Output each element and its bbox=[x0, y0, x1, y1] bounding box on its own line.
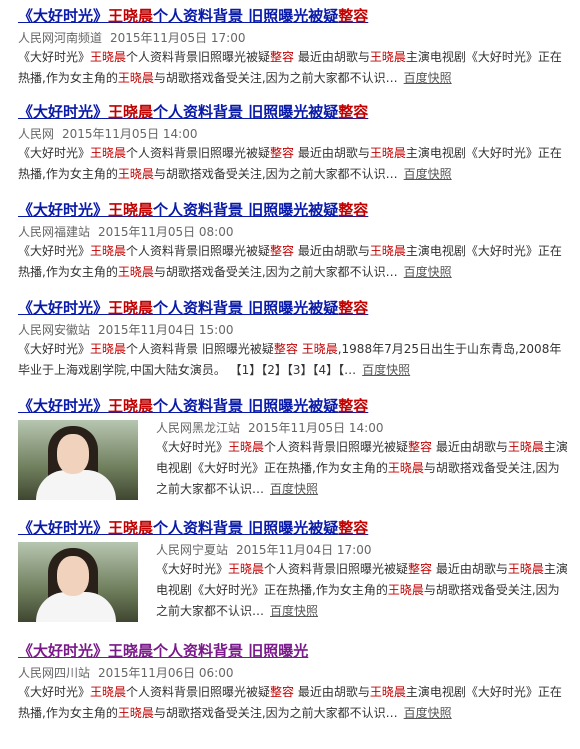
result-thumbnail[interactable] bbox=[18, 420, 138, 500]
search-result: 《大好时光》王晓晨个人资料背景 旧照曝光被疑整容 人民网黑龙江站 2015年11月… bbox=[18, 396, 568, 500]
search-result: 《大好时光》王晓晨个人资料背景 旧照曝光被疑整容 人民网福建站 2015年11月0… bbox=[18, 200, 568, 283]
result-source: 人民网福建站 bbox=[18, 225, 91, 239]
result-date: 2015年11月05日 14:00 bbox=[62, 127, 198, 141]
result-title-link[interactable]: 《大好时光》王晓晨个人资料背景 旧照曝光被疑整容 bbox=[18, 102, 568, 122]
cache-link[interactable]: 百度快照 bbox=[404, 706, 452, 720]
result-snippet: 《大好时光》王晓晨个人资料背景旧照曝光被疑整容 最近由胡歌与王晓晨主演电视剧《大… bbox=[18, 244, 562, 279]
result-title-link[interactable]: 《大好时光》王晓晨个人资料背景 旧照曝光被疑整容 bbox=[18, 396, 568, 416]
result-snippet: 《大好时光》王晓晨个人资料背景旧照曝光被疑整容 最近由胡歌与王晓晨主演电视剧《大… bbox=[18, 50, 562, 85]
result-source: 人民网 bbox=[18, 127, 55, 141]
result-date: 2015年11月04日 17:00 bbox=[236, 543, 372, 557]
result-source: 人民网安徽站 bbox=[18, 323, 91, 337]
result-snippet: 《大好时光》王晓晨个人资料背景旧照曝光被疑整容 最近由胡歌与王晓晨主演电视剧《大… bbox=[18, 146, 562, 181]
result-source: 人民网四川站 bbox=[18, 666, 91, 680]
result-meta: 人民网黑龙江站 2015年11月05日 14:00 bbox=[156, 419, 568, 437]
result-thumbnail[interactable] bbox=[18, 542, 138, 622]
result-title-link[interactable]: 《大好时光》王晓晨个人资料背景 旧照曝光 bbox=[18, 641, 568, 661]
cache-link[interactable]: 百度快照 bbox=[404, 265, 452, 279]
result-title-link[interactable]: 《大好时光》王晓晨个人资料背景 旧照曝光被疑整容 bbox=[18, 6, 568, 26]
result-snippet: 《大好时光》王晓晨个人资料背景旧照曝光被疑整容 最近由胡歌与王晓晨主演电视剧《大… bbox=[156, 562, 568, 618]
cache-link[interactable]: 百度快照 bbox=[404, 71, 452, 85]
result-meta: 人民网 2015年11月05日 14:00 bbox=[18, 125, 568, 143]
result-source: 人民网河南频道 bbox=[18, 31, 103, 45]
result-title-link[interactable]: 《大好时光》王晓晨个人资料背景 旧照曝光被疑整容 bbox=[18, 518, 568, 538]
result-meta: 人民网宁夏站 2015年11月04日 17:00 bbox=[156, 541, 568, 559]
result-date: 2015年11月06日 06:00 bbox=[98, 666, 234, 680]
result-title-link[interactable]: 《大好时光》王晓晨个人资料背景 旧照曝光被疑整容 bbox=[18, 298, 568, 318]
cache-link[interactable]: 百度快照 bbox=[270, 604, 318, 618]
search-result: 《大好时光》王晓晨个人资料背景 旧照曝光 人民网四川站 2015年11月06日 0… bbox=[18, 641, 568, 724]
result-meta: 人民网四川站 2015年11月06日 06:00 bbox=[18, 664, 568, 682]
result-meta: 人民网河南频道 2015年11月05日 17:00 bbox=[18, 29, 568, 47]
result-source: 人民网宁夏站 bbox=[156, 543, 229, 557]
result-meta: 人民网福建站 2015年11月05日 08:00 bbox=[18, 223, 568, 241]
result-snippet: 《大好时光》王晓晨个人资料背景 旧照曝光被疑整容 王晓晨,1988年7月25日出… bbox=[18, 342, 562, 377]
search-result: 《大好时光》王晓晨个人资料背景 旧照曝光被疑整容 人民网河南频道 2015年11月… bbox=[18, 6, 568, 89]
search-result: 《大好时光》王晓晨个人资料背景 旧照曝光被疑整容 人民网安徽站 2015年11月0… bbox=[18, 298, 568, 381]
result-snippet: 《大好时光》王晓晨个人资料背景旧照曝光被疑整容 最近由胡歌与王晓晨主演电视剧《大… bbox=[156, 440, 568, 496]
result-meta: 人民网安徽站 2015年11月04日 15:00 bbox=[18, 321, 568, 339]
cache-link[interactable]: 百度快照 bbox=[404, 167, 452, 181]
result-snippet: 《大好时光》王晓晨个人资料背景旧照曝光被疑整容 最近由胡歌与王晓晨主演电视剧《大… bbox=[18, 685, 562, 720]
search-result: 《大好时光》王晓晨个人资料背景 旧照曝光被疑整容 人民网宁夏站 2015年11月0… bbox=[18, 518, 568, 622]
cache-link[interactable]: 百度快照 bbox=[362, 363, 410, 377]
result-date: 2015年11月04日 15:00 bbox=[98, 323, 234, 337]
result-source: 人民网黑龙江站 bbox=[156, 421, 241, 435]
result-date: 2015年11月05日 14:00 bbox=[248, 421, 384, 435]
search-result: 《大好时光》王晓晨个人资料背景 旧照曝光被疑整容 人民网 2015年11月05日 … bbox=[18, 102, 568, 185]
result-date: 2015年11月05日 17:00 bbox=[110, 31, 246, 45]
result-date: 2015年11月05日 08:00 bbox=[98, 225, 234, 239]
result-title-link[interactable]: 《大好时光》王晓晨个人资料背景 旧照曝光被疑整容 bbox=[18, 200, 568, 220]
cache-link[interactable]: 百度快照 bbox=[270, 482, 318, 496]
